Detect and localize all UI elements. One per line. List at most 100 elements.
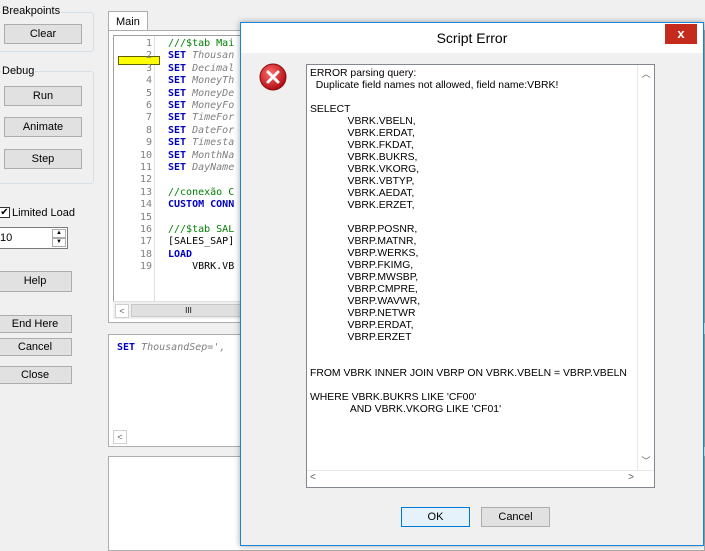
line-number: 15 <box>139 211 152 223</box>
scroll-thumb[interactable]: III <box>131 304 246 317</box>
code-keyword: SET <box>168 124 187 136</box>
code-keyword: SET <box>168 137 187 149</box>
code-text: VBRK.VB <box>168 261 235 273</box>
code-keyword: SET <box>168 50 187 62</box>
limited-load-checkbox[interactable]: ✔ <box>0 207 10 218</box>
dialog-cancel-button[interactable]: Cancel <box>481 507 550 527</box>
code-line: //conexão C <box>168 187 234 199</box>
dialog-close-button[interactable]: x <box>665 24 697 44</box>
limited-load-spinner[interactable]: 10 ▲ ▼ <box>0 227 68 249</box>
code-text: TimeFor <box>186 112 235 124</box>
clear-button[interactable]: Clear <box>4 24 82 44</box>
animate-button[interactable]: Animate <box>4 117 82 137</box>
error-message-text: ERROR parsing query: Duplicate field nam… <box>310 68 627 415</box>
line-number: 13 <box>139 186 152 198</box>
dialog-title: Script Error <box>436 30 508 46</box>
code-line: CUSTOM CONN <box>168 199 234 211</box>
code-line: SET MonthNa <box>168 150 234 162</box>
line-number: 18 <box>139 248 152 260</box>
code-text: //conexão C <box>168 186 235 198</box>
cancel-button[interactable]: Cancel <box>0 338 72 356</box>
debug-label: Debug <box>1 65 36 77</box>
script-error-dialog: Script Error x ERROR parsing query: Dupl… <box>240 22 704 546</box>
line-number: 17 <box>139 236 152 248</box>
code-text: Thousan <box>186 50 235 62</box>
msg-scroll-right-icon[interactable]: > <box>628 472 634 483</box>
code-line: ///$tab SAL <box>168 224 234 236</box>
editor-tab-label: Main <box>116 16 140 28</box>
help-button[interactable]: Help <box>0 271 72 292</box>
bottom-code-text: ThousandSep=', <box>135 342 226 353</box>
code-keyword: SET <box>168 100 187 111</box>
error-icon <box>259 63 287 91</box>
code-keyword: SET <box>168 149 187 161</box>
code-keyword: CUSTOM <box>168 199 205 211</box>
code-keyword: SET <box>168 112 187 124</box>
limited-load-label: Limited Load <box>12 207 75 219</box>
code-text: ///$tab Mai <box>168 38 235 49</box>
line-number: 7 <box>145 112 152 124</box>
dialog-titlebar[interactable]: Script Error x <box>241 23 703 53</box>
editor-hscrollbar[interactable]: < III <box>113 301 253 319</box>
code-keyword: SET <box>168 62 187 74</box>
end-here-button[interactable]: End Here <box>0 315 72 333</box>
line-number: 12 <box>139 174 152 186</box>
line-number: 6 <box>145 100 152 111</box>
run-button[interactable]: Run <box>4 86 82 106</box>
close-icon: x <box>677 26 685 41</box>
limited-load-value: 10 <box>0 232 13 244</box>
code-text: MoneyTh <box>186 75 235 87</box>
spin-down-button[interactable]: ▼ <box>52 238 66 247</box>
code-line: LOAD <box>168 249 192 261</box>
code-line: VBRK.VB <box>168 261 234 273</box>
code-editor[interactable]: 1 ///$tab Mai 2 SET Thousan 3 SET Decimal 4 SET… <box>113 35 255 302</box>
code-line: SET TimeFor <box>168 112 234 124</box>
scroll-thumb-grip: III <box>185 306 192 315</box>
error-message-box[interactable]: ERROR parsing query: Duplicate field nam… <box>306 64 655 488</box>
code-keyword: LOAD <box>168 248 193 260</box>
code-line: SET Thousan <box>168 50 234 62</box>
line-number: 9 <box>145 137 152 149</box>
code-line: SET Timesta <box>168 137 234 149</box>
code-text: [SALES_SAP] <box>168 236 235 248</box>
code-line: SET MoneyFo <box>168 100 234 112</box>
msg-vscrollbar[interactable]: ︿ ﹀ <box>637 65 654 470</box>
code-text: CONN <box>204 199 235 211</box>
code-text: MonthNa <box>186 149 235 161</box>
line-number: 11 <box>139 162 152 173</box>
code-line: [SALES_SAP] <box>168 236 234 248</box>
spin-up-button[interactable]: ▲ <box>52 229 66 238</box>
code-text: Decimal <box>186 62 235 74</box>
step-button[interactable]: Step <box>4 149 82 169</box>
msg-hscrollbar[interactable]: < > <box>307 470 654 487</box>
code-text: MoneyFo <box>186 100 235 111</box>
code-text: ///$tab SAL <box>168 224 235 235</box>
code-text: MoneyDe <box>186 87 235 99</box>
scroll-up-icon[interactable]: ︿ <box>639 67 653 81</box>
msg-scroll-left-icon[interactable]: < <box>310 472 316 483</box>
scroll-down-icon[interactable]: ﹀ <box>639 454 653 468</box>
line-number: 2 <box>145 50 152 62</box>
code-keyword: SET <box>168 75 187 87</box>
code-line: SET DateFor <box>168 125 234 137</box>
code-line: ///$tab Mai <box>168 38 234 50</box>
scroll-left-button[interactable]: < <box>115 304 129 318</box>
line-number: 5 <box>145 87 152 99</box>
bottom-code-keyword: SET <box>117 342 136 353</box>
ok-button[interactable]: OK <box>401 507 470 527</box>
editor-tab-main[interactable]: Main <box>108 11 148 31</box>
bottom-scroll-left-button[interactable]: < <box>113 430 127 444</box>
code-text: DateFor <box>186 124 235 136</box>
line-number: 3 <box>145 62 152 74</box>
code-line: SET MoneyTh <box>168 75 234 87</box>
breakpoints-label: Breakpoints <box>1 5 62 17</box>
line-number: 8 <box>145 124 152 136</box>
code-keyword: SET <box>168 87 187 99</box>
code-line: SET DayName <box>168 162 234 174</box>
code-text: DayName <box>186 162 235 173</box>
close-button[interactable]: Close <box>0 366 72 384</box>
line-number: 10 <box>139 149 152 161</box>
code-keyword: SET <box>168 162 187 173</box>
line-number: 16 <box>139 224 152 235</box>
bottom-code-line: SET ThousandSep=', <box>117 342 225 353</box>
